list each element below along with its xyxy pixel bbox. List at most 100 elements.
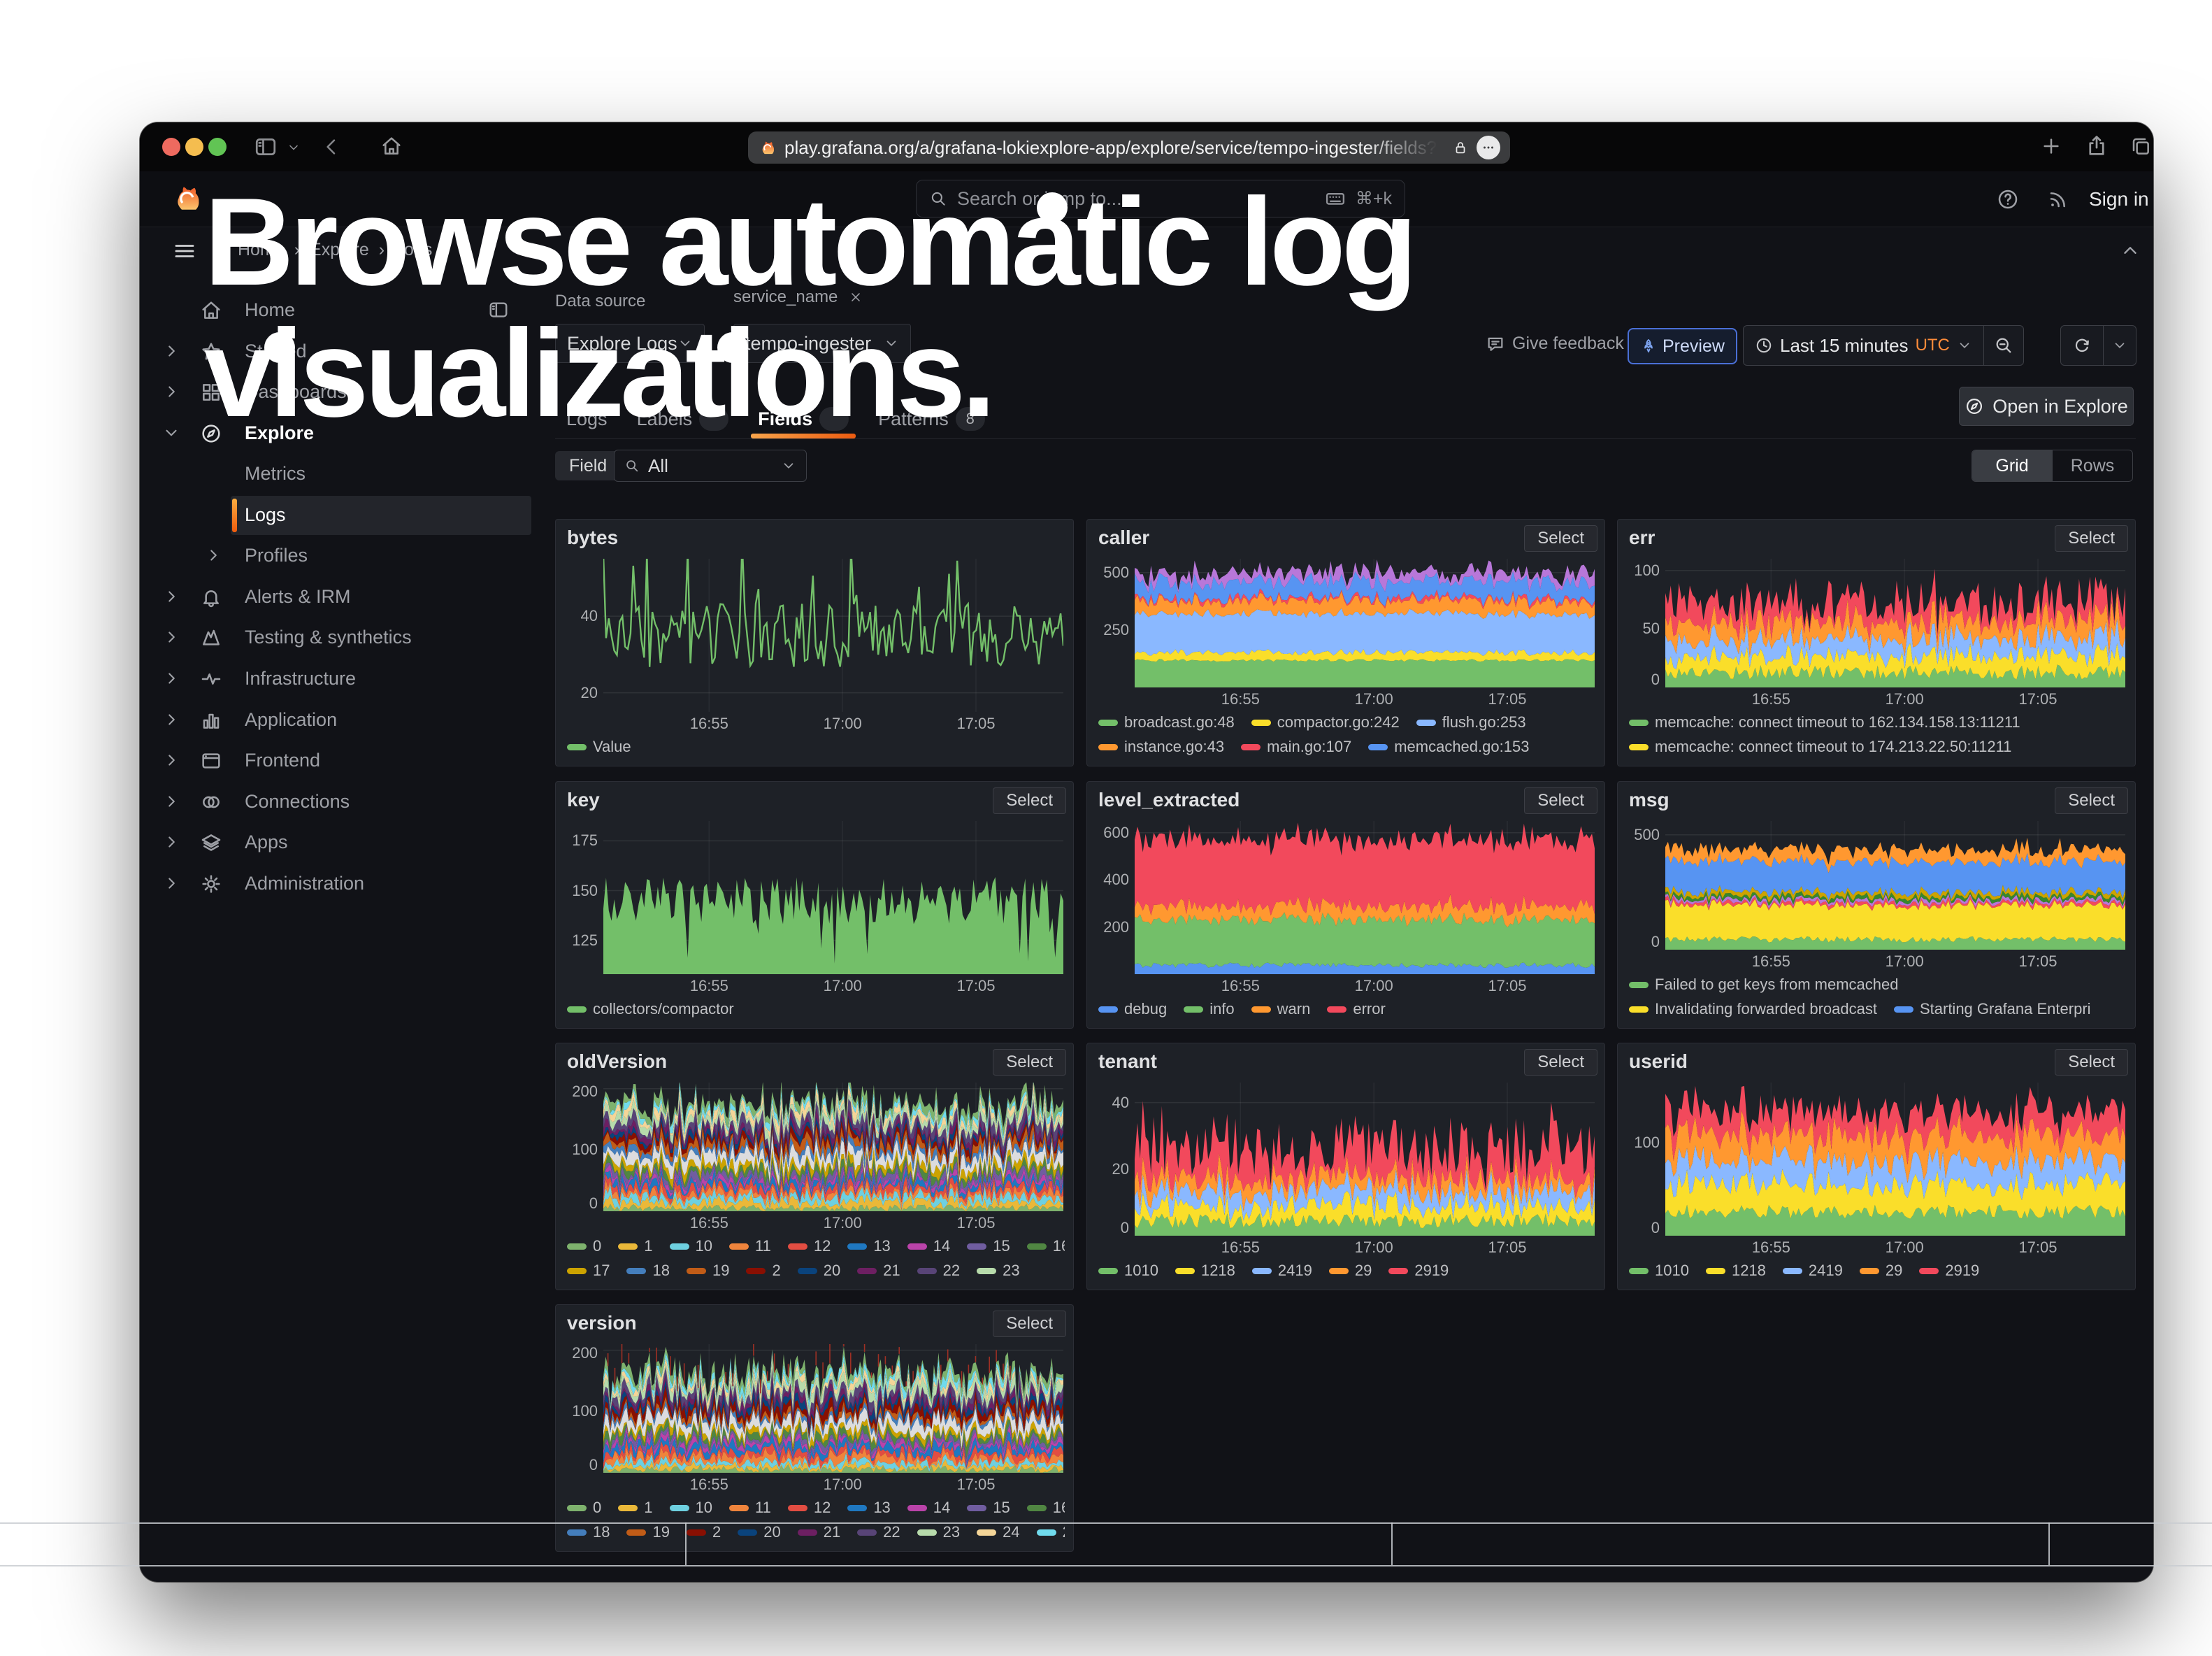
legend-item[interactable]: 13 xyxy=(847,1237,890,1255)
legend-item[interactable]: 10 xyxy=(670,1499,712,1517)
legend-item[interactable]: 0 xyxy=(567,1237,601,1255)
sidebar-item-apps[interactable]: Apps xyxy=(140,823,535,862)
chart-area[interactable]: 100500 xyxy=(1629,559,2125,687)
sidebar-item-metrics[interactable]: Metrics xyxy=(140,455,535,494)
chart-area[interactable]: 5000 xyxy=(1629,821,2125,950)
chart-area[interactable]: 4020 xyxy=(567,559,1063,712)
legend-item[interactable]: memcache: connect timeout to 162.134.158… xyxy=(1629,713,2020,731)
preview-badge[interactable]: Preview xyxy=(1628,328,1737,364)
legend-item[interactable]: 14 xyxy=(907,1499,950,1517)
legend-item[interactable]: 16 xyxy=(1027,1237,1065,1255)
minimize-button[interactable] xyxy=(185,138,203,156)
chart-area[interactable]: 1000 xyxy=(1629,1083,2125,1236)
legend-item[interactable]: 23 xyxy=(917,1523,960,1541)
select-button[interactable]: Select xyxy=(1524,1049,1597,1076)
sidebar-item-logs[interactable]: Logs xyxy=(140,496,535,535)
legend-item[interactable]: 19 xyxy=(626,1523,669,1541)
legend-item[interactable]: 2 xyxy=(687,1523,721,1541)
legend-item[interactable]: 1 xyxy=(618,1499,652,1517)
share-icon[interactable] xyxy=(2085,134,2109,158)
legend-item[interactable]: 11 xyxy=(729,1499,771,1517)
chevron-down-icon[interactable] xyxy=(287,141,301,155)
address-bar[interactable]: play.grafana.org/a/grafana-lokiexplore-a… xyxy=(748,131,1510,164)
sidebar-item-profiles[interactable]: Profiles xyxy=(140,536,535,576)
chart-area[interactable]: 2001000 xyxy=(567,1083,1063,1211)
home-icon[interactable] xyxy=(380,135,403,157)
sidebar-item-frontend[interactable]: Frontend xyxy=(140,741,535,780)
legend-item[interactable]: 1218 xyxy=(1175,1262,1235,1280)
sidebar-item-application[interactable]: Application xyxy=(140,701,535,740)
select-button[interactable]: Select xyxy=(2055,1049,2128,1076)
give-feedback-button[interactable]: Give feedback xyxy=(1486,334,1624,354)
select-button[interactable]: Select xyxy=(2055,525,2128,552)
chart-area[interactable]: 40200 xyxy=(1098,1083,1595,1236)
chart-area[interactable]: 600400200 xyxy=(1098,821,1595,974)
sidebar-toggle-icon[interactable] xyxy=(254,135,278,159)
legend-item[interactable]: 12 xyxy=(788,1499,831,1517)
zoom-button[interactable] xyxy=(208,138,227,156)
chart-area[interactable]: 175150125 xyxy=(567,821,1063,974)
grafana-logo[interactable] xyxy=(169,181,203,215)
chevron-right-icon[interactable] xyxy=(162,342,180,360)
legend-item[interactable]: 2419 xyxy=(1783,1262,1843,1280)
legend-item[interactable]: 20 xyxy=(798,1262,840,1280)
legend-item[interactable]: 13 xyxy=(847,1499,890,1517)
legend-item[interactable]: error xyxy=(1327,1000,1385,1018)
select-button[interactable]: Select xyxy=(1524,525,1597,552)
new-tab-icon[interactable] xyxy=(2040,135,2062,157)
chart-area[interactable]: 500250 xyxy=(1098,559,1595,687)
mega-menu-icon[interactable] xyxy=(172,238,197,264)
legend-item[interactable]: 18 xyxy=(567,1523,610,1541)
legend-item[interactable]: Failed to get keys from memcached xyxy=(1629,976,1898,994)
field-filter-select[interactable]: All xyxy=(614,450,807,482)
grid-toggle[interactable]: Grid xyxy=(1972,450,2052,481)
legend-item[interactable]: compactor.go:242 xyxy=(1251,713,1400,731)
legend-item[interactable]: memcache: connect timeout to 174.213.22.… xyxy=(1629,738,2011,756)
sidebar-item-connections[interactable]: Connections xyxy=(140,783,535,822)
legend-item[interactable]: Starting Grafana Enterpri xyxy=(1894,1000,2091,1018)
legend-item[interactable]: 1 xyxy=(618,1237,652,1255)
legend-item[interactable]: 22 xyxy=(917,1262,960,1280)
rows-toggle[interactable]: Rows xyxy=(2053,450,2132,481)
legend-item[interactable]: 19 xyxy=(687,1262,729,1280)
legend-item[interactable]: warn xyxy=(1251,1000,1311,1018)
sidebar-item-infrastructure[interactable]: Infrastructure xyxy=(140,659,535,699)
sidebar-item-testing-synthetics[interactable]: Testing & synthetics xyxy=(140,618,535,657)
sign-in-button[interactable]: Sign in xyxy=(2089,188,2149,210)
legend-item[interactable]: Value xyxy=(567,738,631,756)
legend-item[interactable]: flush.go:253 xyxy=(1416,713,1526,731)
legend-item[interactable]: main.go:107 xyxy=(1241,738,1351,756)
legend-item[interactable]: 2419 xyxy=(1252,1262,1312,1280)
legend-item[interactable]: 18 xyxy=(626,1262,669,1280)
legend-item[interactable]: 14 xyxy=(907,1237,950,1255)
chevron-right-icon[interactable] xyxy=(162,792,180,811)
back-icon[interactable] xyxy=(320,136,343,158)
sidebar-item-administration[interactable]: Administration xyxy=(140,864,535,904)
legend-item[interactable]: 20 xyxy=(738,1523,780,1541)
chevron-right-icon[interactable] xyxy=(162,628,180,646)
open-in-explore-button[interactable]: Open in Explore xyxy=(1959,387,2134,426)
chevron-down-icon[interactable] xyxy=(162,424,180,442)
legend-item[interactable]: 29 xyxy=(1329,1262,1372,1280)
legend-item[interactable]: 22 xyxy=(857,1523,900,1541)
chevron-right-icon[interactable] xyxy=(162,711,180,729)
collapse-icon[interactable] xyxy=(2120,240,2141,261)
tab-overview-icon[interactable] xyxy=(2130,135,2152,157)
legend-item[interactable]: debug xyxy=(1098,1000,1167,1018)
chevron-right-icon[interactable] xyxy=(162,669,180,687)
sidebar-item-alerts-irm[interactable]: Alerts & IRM xyxy=(140,578,535,617)
chevron-right-icon[interactable] xyxy=(162,751,180,769)
legend-item[interactable]: 1010 xyxy=(1629,1262,1689,1280)
legend-item[interactable]: 23 xyxy=(977,1262,1019,1280)
chevron-right-icon[interactable] xyxy=(162,383,180,401)
refresh-button[interactable] xyxy=(2061,326,2103,365)
legend-item[interactable]: 2 xyxy=(746,1262,780,1280)
legend-item[interactable]: 24 xyxy=(977,1523,1019,1541)
legend-item[interactable]: 15 xyxy=(967,1237,1010,1255)
legend-item[interactable]: 1010 xyxy=(1098,1262,1158,1280)
legend-item[interactable]: memcached.go:153 xyxy=(1368,738,1529,756)
legend-item[interactable]: 2919 xyxy=(1919,1262,1979,1280)
legend-item[interactable]: instance.go:43 xyxy=(1098,738,1224,756)
legend-item[interactable]: 29 xyxy=(1860,1262,1902,1280)
help-icon[interactable] xyxy=(1997,188,2019,210)
